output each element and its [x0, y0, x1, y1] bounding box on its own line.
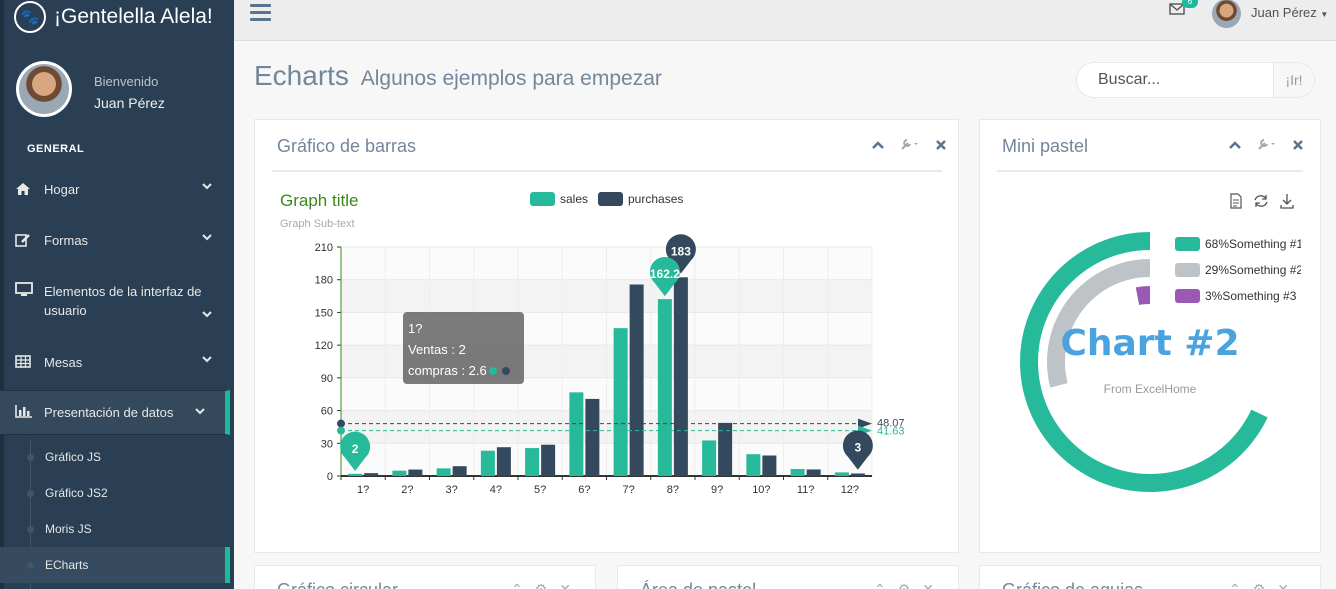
chart-subtitle: From ExcelHome [1104, 382, 1197, 396]
legend-swatch [1175, 237, 1200, 251]
legend-label: 68%Something #1 [1205, 237, 1303, 251]
legend-label: 29%Something #2 [1205, 263, 1303, 277]
donut-chart: Chart #2 From ExcelHome 68%Something #1 29%… [1020, 232, 1303, 493]
chart-title: Chart #2 [1060, 323, 1239, 364]
legend-swatch [1175, 263, 1200, 277]
legend-swatch [1175, 289, 1200, 303]
legend-label: 3%Something #3 [1205, 289, 1297, 303]
pie-slice [1135, 286, 1150, 306]
chart-tooltip: 1? Ventas : 2 compras : 2.6 [403, 312, 524, 384]
